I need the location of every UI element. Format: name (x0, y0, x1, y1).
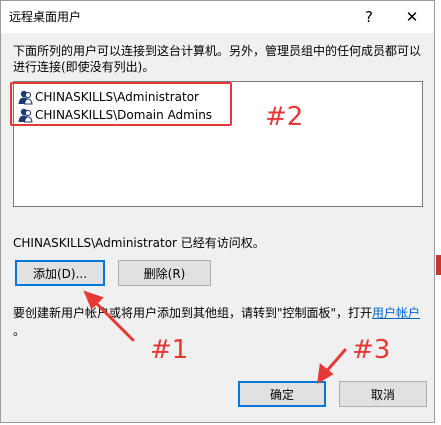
arrow-to-add-button (93, 300, 135, 342)
background-window-edge (436, 255, 441, 275)
annotation-arrows (83, 290, 347, 384)
arrow-to-ok-button (323, 348, 347, 375)
